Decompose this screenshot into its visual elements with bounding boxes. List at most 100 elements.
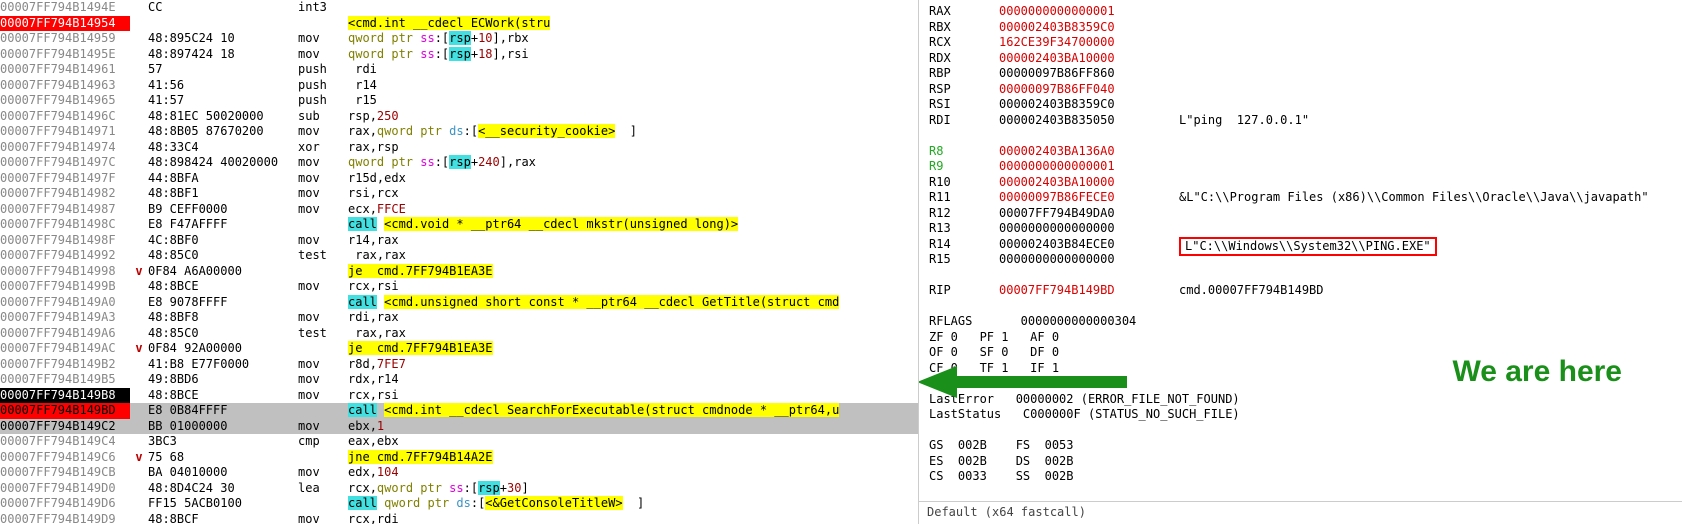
- disasm-row[interactable]: 00007FF794B1495E48:897424 18mov qword pt…: [0, 47, 918, 63]
- disasm-bytes: 48:8D4C24 30: [148, 481, 298, 497]
- disasm-mnemonic: mov: [298, 279, 348, 295]
- disasm-row[interactable]: 00007FF794B1497148:8B05 87670200mov rax,…: [0, 124, 918, 140]
- disasm-bytes: BB 01000000: [148, 419, 298, 435]
- disasm-address: 00007FF794B14961: [0, 62, 130, 78]
- reg-desc: [1179, 206, 1672, 222]
- disasm-operands: call <cmd.int __cdecl SearchForExecutabl…: [348, 403, 918, 419]
- disasm-operands: qword ptr ss:[rsp+10],rbx: [348, 31, 918, 47]
- disasm-operands: rdi,rax: [348, 310, 918, 326]
- disasm-mnemonic: [298, 295, 348, 311]
- disasm-row[interactable]: 00007FF794B149ACv0F84 92A00000je cmd.7FF…: [0, 341, 918, 357]
- disasm-address: 00007FF794B1496C: [0, 109, 130, 125]
- jump-indicator: [130, 326, 148, 342]
- register-row: RIP00007FF794B149BDcmd.00007FF794B149BD: [929, 283, 1672, 299]
- disasm-row[interactable]: 00007FF794B1495948:895C24 10mov qword pt…: [0, 31, 918, 47]
- disasm-bytes: [148, 16, 298, 32]
- info-line: [929, 485, 1672, 501]
- disasm-row[interactable]: 00007FF794B149D6FF15 5ACB0100call qword …: [0, 496, 918, 512]
- disasm-row[interactable]: 00007FF794B1497448:33C4xor rax,rsp: [0, 140, 918, 156]
- disasm-row[interactable]: 00007FF794B1497F44:8BFAmov r15d,edx: [0, 171, 918, 187]
- jump-indicator: [130, 481, 148, 497]
- disasm-mnemonic: mov: [298, 47, 348, 63]
- reg-label: RCX: [929, 35, 999, 51]
- disasm-row[interactable]: 00007FF794B149BDE8 0B84FFFFcall <cmd.int…: [0, 403, 918, 419]
- jump-indicator: [130, 202, 148, 218]
- error-row: LastStatus C000000F (STATUS_NO_SUCH_FILE…: [929, 407, 1240, 423]
- disasm-row[interactable]: 00007FF794B149A648:85C0test rax,rax: [0, 326, 918, 342]
- disasm-row[interactable]: 00007FF794B1496341:56push r14: [0, 78, 918, 94]
- disasm-operands: je cmd.7FF794B1EA3E: [348, 341, 918, 357]
- disasm-row[interactable]: 00007FF794B149A348:8BF8mov rdi,rax: [0, 310, 918, 326]
- reg-label: RAX: [929, 4, 999, 20]
- disasm-address: 00007FF794B1498F: [0, 233, 130, 249]
- disasm-row[interactable]: 00007FF794B149CBBA 04010000mov edx,104: [0, 465, 918, 481]
- disasm-bytes: 48:8BCE: [148, 388, 298, 404]
- disasm-address: 00007FF794B1495E: [0, 47, 130, 63]
- disasm-row[interactable]: 00007FF794B149A0E8 9078FFFFcall <cmd.uns…: [0, 295, 918, 311]
- jump-indicator: [130, 233, 148, 249]
- flag-row: ZF 0 PF 1 AF 0: [929, 330, 1672, 346]
- register-row: R8000002403BA136A0: [929, 144, 1672, 160]
- reg-value: 000002403BA10000: [999, 51, 1179, 67]
- disasm-bytes: 48:8BF8: [148, 310, 298, 326]
- disasm-address: 00007FF794B149D9: [0, 512, 130, 524]
- disasm-address: 00007FF794B14974: [0, 140, 130, 156]
- disasm-row[interactable]: 00007FF794B149C6v75 68jne cmd.7FF794B14A…: [0, 450, 918, 466]
- disasm-address: 00007FF794B149C4: [0, 434, 130, 450]
- reg-desc: [1179, 82, 1672, 98]
- reg-value: 0000000000000001: [999, 159, 1179, 175]
- disasm-mnemonic: push: [298, 93, 348, 109]
- reg-value: 000002403BA10000: [999, 175, 1179, 191]
- disasm-mnemonic: xor: [298, 140, 348, 156]
- jump-indicator: [130, 62, 148, 78]
- disasm-bytes: 49:8BD6: [148, 372, 298, 388]
- disasm-operands: qword ptr ss:[rsp+18],rsi: [348, 47, 918, 63]
- disasm-bytes: 0F84 92A00000: [148, 341, 298, 357]
- disasm-row[interactable]: 00007FF794B14998v0F84 A6A00000je cmd.7FF…: [0, 264, 918, 280]
- disasm-bytes: 3BC3: [148, 434, 298, 450]
- reg-value: 0000000000000001: [999, 4, 1179, 20]
- reg-desc: [1179, 66, 1672, 82]
- disasm-row[interactable]: 00007FF794B1498CE8 F47AFFFFcall <cmd.voi…: [0, 217, 918, 233]
- reg-value: 0000000000000000: [999, 252, 1179, 268]
- disasm-row[interactable]: 00007FF794B1498F4C:8BF0mov r14,rax: [0, 233, 918, 249]
- disasm-row[interactable]: 00007FF794B149B848:8BCEmov rcx,rsi: [0, 388, 918, 404]
- disasm-address: 00007FF794B149B8: [0, 388, 130, 404]
- registers-pane[interactable]: We are here RAX0000000000000001RBX000002…: [919, 0, 1682, 524]
- flag-row: OF 0 SF 0 DF 0: [929, 345, 1059, 361]
- disasm-bytes: 48:8B05 87670200: [148, 124, 298, 140]
- disasm-row[interactable]: 00007FF794B149C2BB 01000000mov ebx,1: [0, 419, 918, 435]
- disasm-operands: rax,rax: [348, 326, 918, 342]
- disasm-row[interactable]: 00007FF794B1497C48:898424 40020000mov qw…: [0, 155, 918, 171]
- disasm-row[interactable]: 00007FF794B1496541:57push r15: [0, 93, 918, 109]
- disassembly-pane[interactable]: 00007FF794B1494ECCint300007FF794B14954<c…: [0, 0, 919, 524]
- disasm-bytes: 48:85C0: [148, 248, 298, 264]
- disasm-bytes: FF15 5ACB0100: [148, 496, 298, 512]
- disasm-row[interactable]: 00007FF794B14954<cmd.int __cdecl ECWork(…: [0, 16, 918, 32]
- disasm-row[interactable]: 00007FF794B14987B9 CEFF0000mov ecx,FFCE: [0, 202, 918, 218]
- disasm-row[interactable]: 00007FF794B1494ECCint3: [0, 0, 918, 16]
- disasm-mnemonic: [298, 341, 348, 357]
- disasm-row[interactable]: 00007FF794B149B549:8BD6mov rdx,r14: [0, 372, 918, 388]
- disasm-mnemonic: sub: [298, 109, 348, 125]
- disasm-row[interactable]: 00007FF794B149B241:B8 E77F0000mov r8d,7F…: [0, 357, 918, 373]
- disasm-row[interactable]: 00007FF794B149D048:8D4C24 30lea rcx,qwor…: [0, 481, 918, 497]
- disasm-operands: rcx,rdi: [348, 512, 918, 524]
- disasm-row[interactable]: 00007FF794B1498248:8BF1mov rsi,rcx: [0, 186, 918, 202]
- disasm-bytes: 4C:8BF0: [148, 233, 298, 249]
- disasm-row[interactable]: 00007FF794B1499B48:8BCEmov rcx,rsi: [0, 279, 918, 295]
- disasm-mnemonic: [298, 403, 348, 419]
- disasm-row[interactable]: 00007FF794B1496157push rdi: [0, 62, 918, 78]
- disasm-bytes: E8 9078FFFF: [148, 295, 298, 311]
- disasm-operands: rdi: [348, 62, 918, 78]
- disasm-mnemonic: [298, 450, 348, 466]
- disasm-mnemonic: mov: [298, 31, 348, 47]
- disasm-row[interactable]: 00007FF794B149C43BC3cmp eax,ebx: [0, 434, 918, 450]
- disasm-row[interactable]: 00007FF794B1499248:85C0test rax,rax: [0, 248, 918, 264]
- reg-desc: [1179, 35, 1672, 51]
- reg-label: RIP: [929, 283, 999, 299]
- disasm-row[interactable]: 00007FF794B1496C48:81EC 50020000sub rsp,…: [0, 109, 918, 125]
- register-row: RAX0000000000000001: [929, 4, 1672, 20]
- segment-row: CS 0033 SS 002B: [929, 469, 1074, 485]
- disasm-row[interactable]: 00007FF794B149D948:8BCFmov rcx,rdi: [0, 512, 918, 524]
